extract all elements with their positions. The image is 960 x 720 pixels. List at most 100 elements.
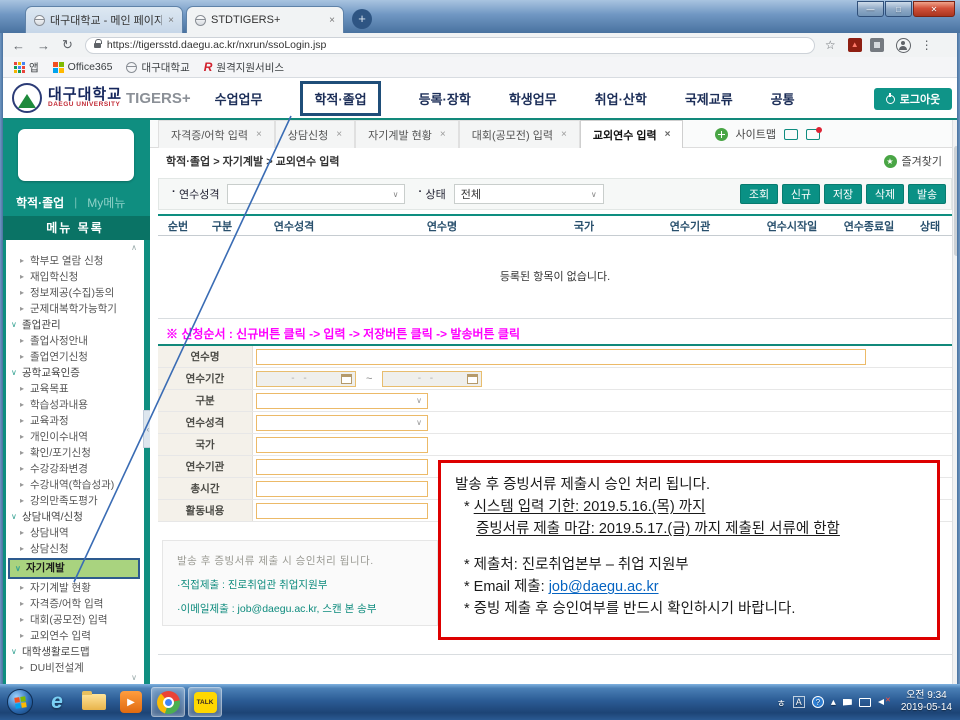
close-tab-icon[interactable]: × <box>440 129 446 140</box>
sidebar-menu-item[interactable]: 졸업사정안내 <box>6 333 144 349</box>
explorer-taskbar-icon[interactable] <box>77 687 111 717</box>
sidebar-menu-item[interactable]: 교육과정 <box>6 413 144 429</box>
workspace-tab[interactable]: 대회(공모전) 입력 × <box>459 120 580 148</box>
training-type-select[interactable]: ∨ <box>227 184 405 204</box>
sitemap-link[interactable]: 사이트맵 <box>736 126 776 142</box>
sidebar-menu-item[interactable]: 학부모 열람 신청 <box>6 253 144 269</box>
end-date-input[interactable]: - - <box>382 371 482 387</box>
kakaotalk-taskbar-icon[interactable]: TALK <box>188 687 222 717</box>
sidebar-menu-item[interactable]: 상담신청 <box>6 541 144 557</box>
university-logo[interactable]: 대구대학교 DAEGU UNIVERSITY TIGERS+ <box>12 83 191 113</box>
action-button[interactable]: 조회 <box>740 184 778 204</box>
sidebar-menu-item[interactable]: 공학교육인증 <box>6 365 144 381</box>
browser-tab-1[interactable]: 대구대학교 - 메인 페이지 × <box>25 6 183 33</box>
logout-button[interactable]: 로그아웃 <box>874 88 952 110</box>
bookmark-apps[interactable]: 앱 <box>14 60 39 75</box>
close-tab-icon[interactable]: × <box>256 129 262 140</box>
training-name-input[interactable] <box>256 349 866 365</box>
calendar-icon[interactable] <box>467 374 478 384</box>
start-button[interactable] <box>3 687 37 717</box>
close-window-button[interactable]: ✕ <box>913 1 955 17</box>
nav-item[interactable]: 학적·졸업 <box>300 81 380 116</box>
institution-input[interactable] <box>256 459 428 475</box>
new-window-icon[interactable] <box>784 129 798 140</box>
email-link[interactable]: job@daegu.ac.kr <box>549 579 659 595</box>
ime-language-indicator[interactable]: A <box>793 696 805 708</box>
sidebar-menu-item[interactable]: 수강강좌변경 <box>6 461 144 477</box>
sidebar-menu-item[interactable]: 확인/포기신청 <box>6 445 144 461</box>
show-hidden-icons[interactable]: ▴ <box>831 697 836 708</box>
browser-menu-icon[interactable]: ⋮ <box>921 38 933 52</box>
sidebar-tab-haksa[interactable]: 학적·졸업 <box>16 194 64 211</box>
sidebar-menu-item[interactable]: 학습성과내용 <box>6 397 144 413</box>
nav-item[interactable]: 국제교류 <box>685 89 733 108</box>
action-button[interactable]: 삭제 <box>866 184 904 204</box>
nav-item[interactable]: 학생업무 <box>509 89 557 108</box>
scroll-up-icon[interactable]: ∧ <box>131 243 137 252</box>
bookmark-remote-support[interactable]: R 원격지원서비스 <box>204 60 284 75</box>
workspace-tab[interactable]: 상담신청 × <box>275 120 355 148</box>
sidebar-menu-item[interactable]: 수강내역(학습성과) <box>6 477 144 493</box>
adobe-extension-icon[interactable]: ▲ <box>848 38 862 52</box>
sidebar-menu-item[interactable]: 상담내역 <box>6 525 144 541</box>
sidebar-menu-item[interactable]: 졸업관리 <box>6 317 144 333</box>
extension-icon[interactable] <box>870 38 884 52</box>
address-bar[interactable]: https://tigersstd.daegu.ac.kr/nxrun/ssoL… <box>85 37 815 54</box>
sidebar-menu-item[interactable]: 교육목표 <box>6 381 144 397</box>
sidebar-menu-item[interactable]: 재입학신청 <box>6 269 144 285</box>
new-tab-button[interactable]: + <box>352 9 372 29</box>
workspace-tab[interactable]: 교외연수 입력 × <box>580 120 684 148</box>
nav-item[interactable]: 공통 <box>771 89 795 108</box>
start-date-input[interactable]: - - <box>256 371 356 387</box>
activity-input[interactable] <box>256 503 428 519</box>
nav-item[interactable]: 수업업무 <box>215 89 263 108</box>
close-tab-icon[interactable]: × <box>336 129 342 140</box>
action-button[interactable]: 신규 <box>782 184 820 204</box>
favorite-link[interactable]: 즐겨찾기 <box>902 153 942 169</box>
close-tab-icon[interactable]: × <box>561 129 567 140</box>
bookmark-office365[interactable]: Office365 <box>53 61 113 73</box>
workspace-tab[interactable]: 자격증/어학 입력 × <box>158 120 275 148</box>
category-select[interactable]: ∨ <box>256 393 428 409</box>
sidebar-menu-item[interactable]: 자기계발 현황 <box>6 580 144 596</box>
nav-item[interactable]: 등록·장학 <box>419 89 471 108</box>
sidebar-menu-item[interactable]: 대회(공모전) 입력 <box>6 612 144 628</box>
sidebar-menu-item[interactable]: 정보제공(수집)동의 <box>6 285 144 301</box>
sidebar-menu-item[interactable]: 군제대복학가능학기 <box>6 301 144 317</box>
sidebar-menu-item[interactable]: 자기계발 <box>8 558 140 579</box>
media-player-taskbar-icon[interactable]: ▶ <box>114 687 148 717</box>
maximize-button[interactable]: □ <box>885 1 912 17</box>
bookmark-daegu[interactable]: 대구대학교 <box>126 60 189 75</box>
sidebar-menu-item[interactable]: 강의만족도평가 <box>6 493 144 509</box>
action-button[interactable]: 저장 <box>824 184 862 204</box>
sidebar-menu-item[interactable]: 교외연수 입력 <box>6 628 144 644</box>
nav-item[interactable]: 취업·산학 <box>595 89 647 108</box>
sidebar-menu-item[interactable]: 졸업연기신청 <box>6 349 144 365</box>
profile-icon[interactable] <box>896 38 911 53</box>
sidebar-menu-item[interactable]: 자격증/어학 입력 <box>6 596 144 612</box>
forward-icon[interactable]: → <box>37 38 50 53</box>
bookmark-star-icon[interactable]: ☆ <box>825 38 836 52</box>
chrome-taskbar-icon[interactable] <box>151 687 185 717</box>
close-all-windows-icon[interactable] <box>806 129 820 140</box>
sidebar-tab-mymenu[interactable]: My메뉴 <box>87 194 125 211</box>
total-hours-input[interactable] <box>256 481 428 497</box>
help-tray-icon[interactable]: ? <box>812 696 824 708</box>
action-center-flag-icon[interactable] <box>843 699 852 706</box>
action-button[interactable]: 발송 <box>908 184 946 204</box>
sidebar-menu-item[interactable]: 상담내역/신청 <box>6 509 144 525</box>
sidebar-menu-item[interactable]: 대학생활로드맵 <box>6 644 144 660</box>
ie-taskbar-icon[interactable]: e <box>40 687 74 717</box>
close-tab-icon[interactable]: × <box>665 129 671 140</box>
status-select[interactable]: 전체 ∨ <box>454 184 604 204</box>
close-tab-icon[interactable]: × <box>329 15 335 26</box>
sidebar-menu-item[interactable]: 개인이수내역 <box>6 429 144 445</box>
browser-tab-2[interactable]: STDTIGERS+ × <box>186 6 344 33</box>
sidebar-menu-item[interactable]: DU비전설계 <box>6 660 144 676</box>
network-monitor-icon[interactable] <box>859 698 871 707</box>
calendar-icon[interactable] <box>341 374 352 384</box>
clock[interactable]: 오전 9:34 2019-05-14 <box>901 690 952 715</box>
speaker-muted-icon[interactable] <box>878 697 890 707</box>
reload-icon[interactable]: ↻ <box>62 37 73 53</box>
minimize-button[interactable]: — <box>857 1 884 17</box>
